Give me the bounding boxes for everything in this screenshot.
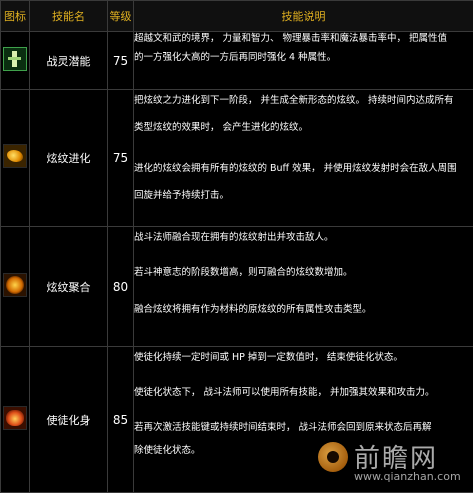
description-line: 类型炫纹的效果时， 会产生进化的炫纹。 [134,121,473,134]
table-header-row: 图标 技能名 等级 技能说明 [1,1,473,32]
description-line: 若再次激活技能键或持续时间结束时， 战斗法师会回到原来状态后再解 [134,421,473,434]
skill-name: 使徒化身 [30,347,108,493]
description-line: 超越文和武的境界， 力量和智力、 物理暴击率和魔法暴击率中， 把属性值 [134,32,473,45]
description-line: 进化的炫纹会拥有所有的炫纹的 Buff 效果， 并使用炫纹发射时会在敌人周围 [134,162,473,175]
swirl-orb-icon [3,273,27,297]
description-line: 使徒化持续一定时间或 HP 掉到一定数值时， 结束使徒化状态。 [134,351,473,364]
header-name: 技能名 [30,1,108,32]
golden-emblem-icon [3,144,27,168]
skill-level: 75 [108,32,134,90]
header-description: 技能说明 [134,1,473,32]
description-line: 战斗法师融合现在拥有的炫纹射出并攻击敌人。 [134,231,473,244]
icon-cell [1,32,30,90]
skill-level: 80 [108,227,134,347]
skill-level: 85 [108,347,134,493]
header-level: 等级 [108,1,134,32]
green-figure-icon [3,47,27,71]
table-row: 炫纹聚合 80 战斗法师融合现在拥有的炫纹射出并攻击敌人。 若斗神意志的阶段数增… [1,227,473,347]
table-row: 炫纹进化 75 把炫纹之力进化到下一阶段， 并生成全新形态的炫纹。 持续时间内达… [1,90,473,227]
table-row: 战灵潜能 75 超越文和武的境界， 力量和智力、 物理暴击率和魔法暴击率中， 把… [1,32,473,90]
description-line: 的一方强化大高的一方后再同时强化 4 种属性。 [134,51,473,64]
qianzhan-logo-icon [318,442,348,472]
flame-burst-icon [3,406,27,430]
description-line: 若斗神意志的阶段数增高，则可融合的炫纹数增加。 [134,266,473,279]
skill-description: 超越文和武的境界， 力量和智力、 物理暴击率和魔法暴击率中， 把属性值 的一方强… [134,32,473,90]
watermark-url: www.qianzhan.com [354,470,461,483]
watermark: 前瞻网 www.qianzhan.com [318,438,468,486]
description-line: 使徒化状态下， 战斗法师可以使用所有技能， 并加强其效果和攻击力。 [134,386,473,399]
icon-cell [1,227,30,347]
icon-cell [1,347,30,493]
description-line: 把炫纹之力进化到下一阶段， 并生成全新形态的炫纹。 持续时间内达成所有 [134,94,473,107]
skill-table: 图标 技能名 等级 技能说明 战灵潜能 75 超越文和武的境界， 力量和智力、 … [0,0,473,493]
skill-name: 炫纹聚合 [30,227,108,347]
description-line: 回旋并给予持续打击。 [134,189,473,202]
header-icon: 图标 [1,1,30,32]
skill-name: 战灵潜能 [30,32,108,90]
description-line: 融合炫纹将拥有作为材料的原炫纹的所有属性攻击类型。 [134,303,473,316]
skill-description: 战斗法师融合现在拥有的炫纹射出并攻击敌人。 若斗神意志的阶段数增高，则可融合的炫… [134,227,473,347]
skill-description: 把炫纹之力进化到下一阶段， 并生成全新形态的炫纹。 持续时间内达成所有 类型炫纹… [134,90,473,227]
icon-cell [1,90,30,227]
skill-name: 炫纹进化 [30,90,108,227]
skill-level: 75 [108,90,134,227]
